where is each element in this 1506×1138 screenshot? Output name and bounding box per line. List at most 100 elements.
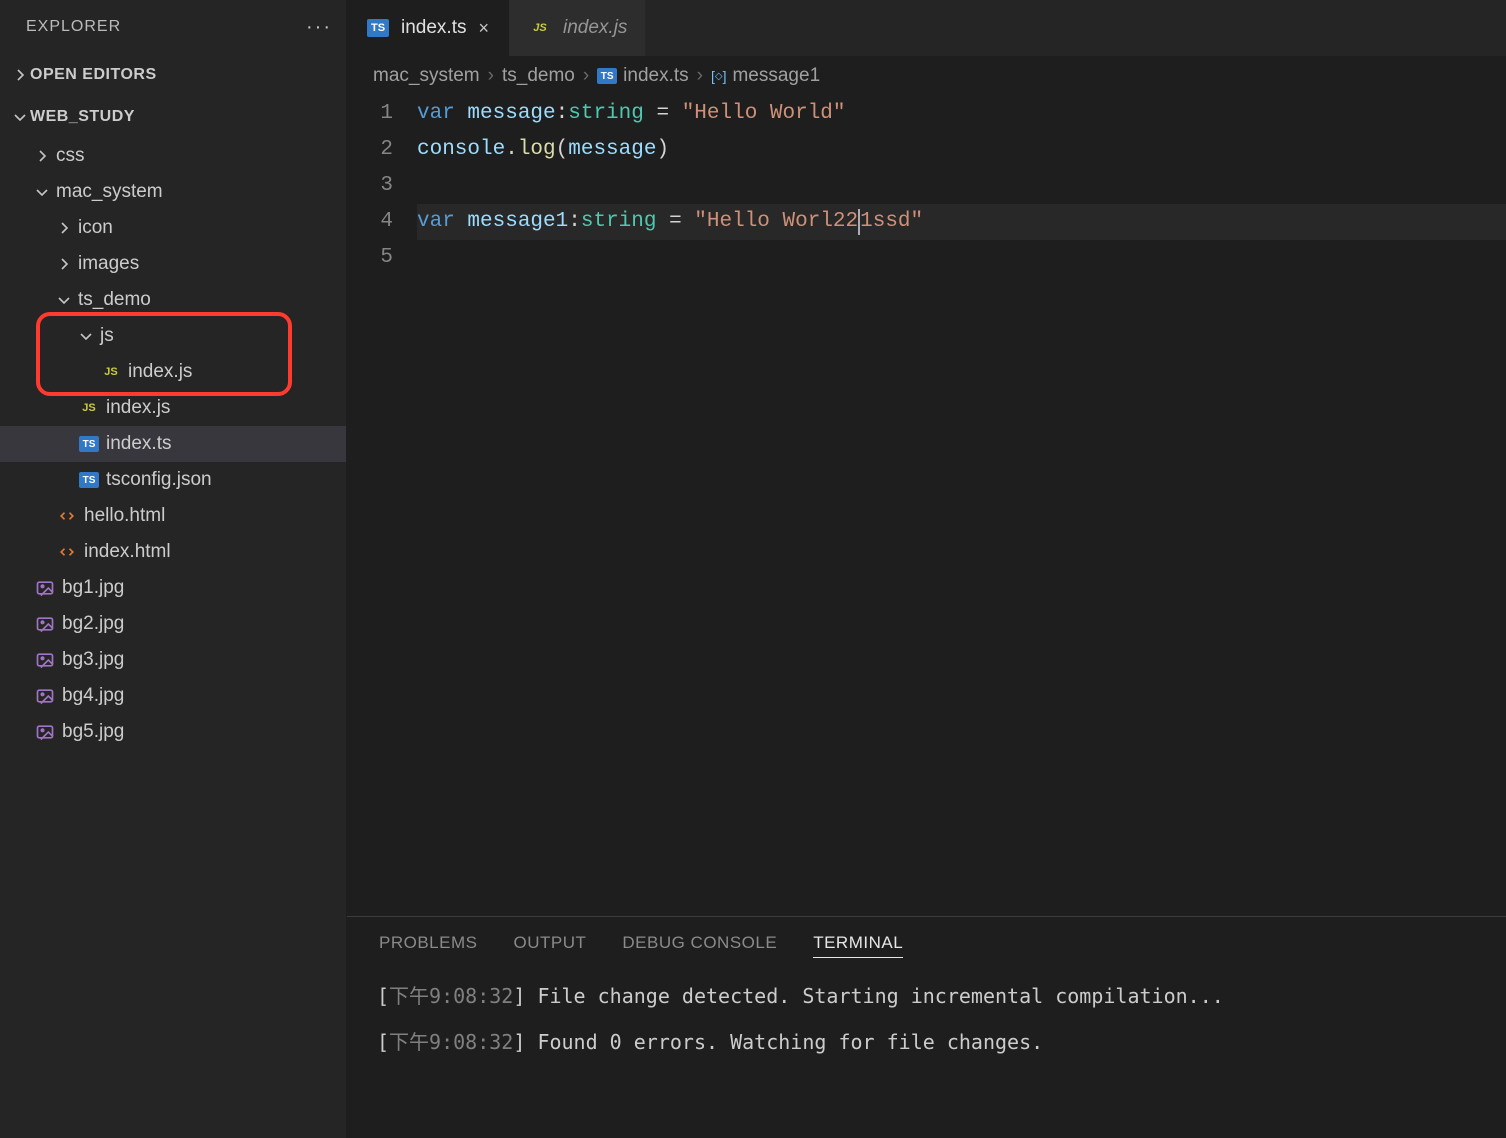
file-bg3.jpg[interactable]: bg3.jpg [0,642,346,678]
terminal-line: [下午9:08:32] Found 0 errors. Watching for… [377,1019,1506,1065]
file-index.ts[interactable]: TSindex.ts [0,426,346,462]
chevron-right-icon: › [697,65,703,87]
file-index.js[interactable]: JSindex.js [0,354,346,390]
file-tree: cssmac_systemiconimagests_demojsJSindex.… [0,138,346,1138]
tab-index.ts[interactable]: TSindex.ts× [347,0,509,56]
editor-area: TSindex.ts×JSindex.js mac_system›ts_demo… [347,0,1506,1138]
ts-icon: TS [76,436,102,452]
file-bg5.jpg[interactable]: bg5.jpg [0,714,346,750]
breadcrumb-ts_demo[interactable]: ts_demo [502,65,575,87]
js-icon: JS [527,19,553,37]
tree-item-label: index.js [106,397,170,419]
explorer-sidebar: EXPLORER ··· OPEN EDITORS WEB_STUDY css m… [0,0,347,1138]
tree-item-label: bg5.jpg [62,721,124,743]
editor-tabs: TSindex.ts×JSindex.js [347,0,1506,56]
tree-item-label: js [100,325,114,347]
panel-tabs: PROBLEMS OUTPUT DEBUG CONSOLE TERMINAL [347,917,1506,973]
panel-tab-problems[interactable]: PROBLEMS [379,933,477,957]
open-editors-label: OPEN EDITORS [30,66,157,84]
terminal-message: File change detected. Starting increment… [537,984,1223,1008]
file-bg4.jpg[interactable]: bg4.jpg [0,678,346,714]
terminal-time: 下午9:08:32 [389,984,513,1008]
code-content[interactable]: var message:string = "Hello World"consol… [417,96,1506,916]
chevron-right-icon [54,256,74,272]
folder-mac_system[interactable]: mac_system [0,174,346,210]
line-number: 1 [347,96,393,132]
ts-icon: TS [365,19,391,37]
tab-index.js[interactable]: JSindex.js [509,0,645,56]
line-number: 5 [347,240,393,276]
js-icon: JS [76,400,102,416]
code-line[interactable] [417,240,1506,276]
code-editor[interactable]: 12345 var message:string = "Hello World"… [347,96,1506,916]
panel-tab-output[interactable]: OUTPUT [513,933,586,957]
breadcrumb-label: ts_demo [502,65,575,87]
file-bg2.jpg[interactable]: bg2.jpg [0,606,346,642]
tree-item-label: index.ts [106,433,171,455]
breadcrumbs: mac_system › ts_demo › TSindex.ts › [◇] message… [347,56,1506,96]
chevron-down-icon [54,292,74,308]
folder-css[interactable]: css [0,138,346,174]
line-number: 2 [347,132,393,168]
tree-item-label: icon [78,217,113,239]
open-editors-section[interactable]: OPEN EDITORS [0,54,346,96]
tree-item-label: index.html [84,541,171,563]
code-icon [54,542,80,562]
code-icon [54,506,80,526]
tree-item-label: bg3.jpg [62,649,124,671]
tree-item-label: bg2.jpg [62,613,124,635]
terminal-line: [下午9:08:32] File change detected. Starti… [377,973,1506,1019]
workspace-label: WEB_STUDY [30,108,135,126]
tree-item-label: index.js [128,361,192,383]
code-line[interactable] [417,168,1506,204]
img-icon [32,578,58,598]
tree-item-label: bg1.jpg [62,577,124,599]
tree-item-label: images [78,253,139,275]
chevron-right-icon [54,220,74,236]
tree-item-label: mac_system [56,181,163,203]
chevron-right-icon [32,148,52,164]
folder-ts_demo[interactable]: ts_demo [0,282,346,318]
chevron-right-icon [10,67,30,83]
terminal-output[interactable]: [下午9:08:32] File change detected. Starti… [347,973,1506,1138]
folder-images[interactable]: images [0,246,346,282]
breadcrumb-label: index.ts [623,65,688,87]
folder-js[interactable]: js [0,318,346,354]
img-icon [32,614,58,634]
code-line[interactable]: var message:string = "Hello World" [417,96,1506,132]
terminal-message: Found 0 errors. Watching for file change… [537,1030,1043,1054]
img-icon [32,650,58,670]
tree-item-label: tsconfig.json [106,469,212,491]
file-index.html[interactable]: index.html [0,534,346,570]
chevron-right-icon: › [488,65,494,87]
panel-tab-debug-console[interactable]: DEBUG CONSOLE [622,933,777,957]
code-line[interactable]: console.log(message) [417,132,1506,168]
breadcrumb-label: message1 [732,65,820,87]
folder-icon[interactable]: icon [0,210,346,246]
workspace-section[interactable]: WEB_STUDY [0,96,346,138]
close-icon[interactable]: × [476,18,491,39]
line-gutter: 12345 [347,96,417,916]
explorer-title: EXPLORER [26,18,121,36]
panel-tab-terminal[interactable]: TERMINAL [813,933,903,958]
breadcrumb-index.ts[interactable]: TSindex.ts [597,65,688,87]
chevron-right-icon: › [583,65,589,87]
breadcrumb-label: mac_system [373,65,480,87]
tsconf-icon: TS [76,472,102,488]
tree-item-label: css [56,145,85,167]
file-hello.html[interactable]: hello.html [0,498,346,534]
more-icon[interactable]: ··· [306,16,332,39]
code-line[interactable]: var message1:string = "Hello Worl221ssd" [417,204,1506,240]
file-bg1.jpg[interactable]: bg1.jpg [0,570,346,606]
breadcrumb-message1[interactable]: [◇] message1 [711,65,820,87]
terminal-time: 下午9:08:32 [389,1030,513,1054]
file-index.js[interactable]: JSindex.js [0,390,346,426]
line-number: 3 [347,168,393,204]
breadcrumb-mac_system[interactable]: mac_system [373,65,480,87]
chevron-down-icon [10,109,30,125]
tree-item-label: ts_demo [78,289,151,311]
file-tsconfig.json[interactable]: TStsconfig.json [0,462,346,498]
explorer-header: EXPLORER ··· [0,0,346,54]
js-icon: JS [98,364,124,380]
variable-icon: [◇] [711,68,726,84]
